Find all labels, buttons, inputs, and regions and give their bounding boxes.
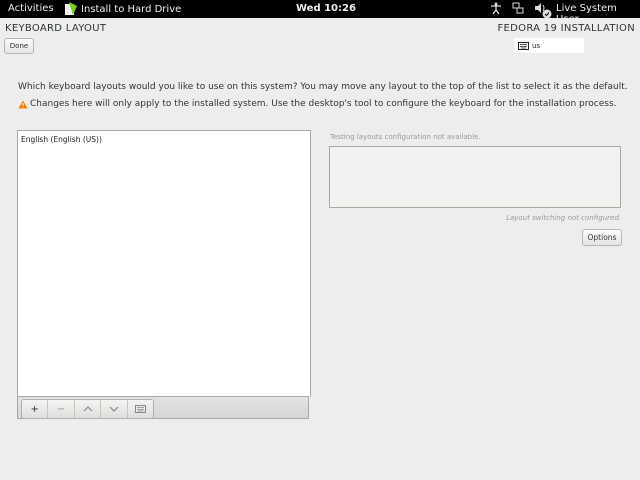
add-layout-button[interactable]: +	[22, 400, 49, 418]
clock[interactable]: Wed 10:26	[296, 3, 356, 14]
remove-layout-button[interactable]: −	[48, 400, 75, 418]
layout-list[interactable]: English (English (US))	[17, 130, 311, 397]
keyboard-icon	[518, 41, 529, 50]
list-item[interactable]: English (English (US))	[18, 131, 310, 148]
network-icon[interactable]	[512, 2, 524, 14]
page-title: KEYBOARD LAYOUT	[5, 23, 107, 34]
warning-icon	[18, 100, 28, 109]
installation-title: FEDORA 19 INSTALLATION	[497, 23, 635, 34]
layout-list-toolbar: + −	[17, 396, 309, 419]
spoke-header: KEYBOARD LAYOUT Done FEDORA 19 INSTALLAT…	[0, 18, 640, 62]
preview-layout-button[interactable]	[128, 400, 153, 418]
layout-buttons: + −	[21, 399, 154, 419]
testing-area	[329, 146, 621, 208]
keyboard-layout-indicator[interactable]: us	[514, 38, 584, 53]
keyboard-icon	[134, 405, 146, 413]
app-menu[interactable]: Install to Hard Drive	[64, 0, 181, 18]
activities-button[interactable]: Activities	[8, 3, 54, 14]
chevron-down-icon	[109, 406, 119, 412]
options-button[interactable]: Options	[582, 229, 622, 246]
done-button[interactable]: Done	[4, 38, 34, 54]
warning-message: Changes here will only apply to the inst…	[18, 99, 617, 109]
accessibility-icon[interactable]	[490, 2, 502, 15]
layout-prompt: Which keyboard layouts would you like to…	[18, 82, 628, 92]
testing-label: Testing layouts configuration not availa…	[330, 133, 481, 141]
move-up-button[interactable]	[75, 400, 102, 418]
status-icons	[490, 2, 546, 15]
warning-text: Changes here will only apply to the inst…	[30, 99, 617, 109]
layout-switching-label: Layout switching not configured.	[506, 214, 621, 222]
move-down-button[interactable]	[101, 400, 128, 418]
app-name: Install to Hard Drive	[81, 3, 182, 15]
installer-app-icon	[64, 2, 78, 16]
chevron-up-icon	[83, 406, 92, 412]
top-bar: Activities Install to Hard Drive Wed 10:…	[0, 0, 640, 25]
keyboard-indicator-label: us	[532, 41, 541, 50]
